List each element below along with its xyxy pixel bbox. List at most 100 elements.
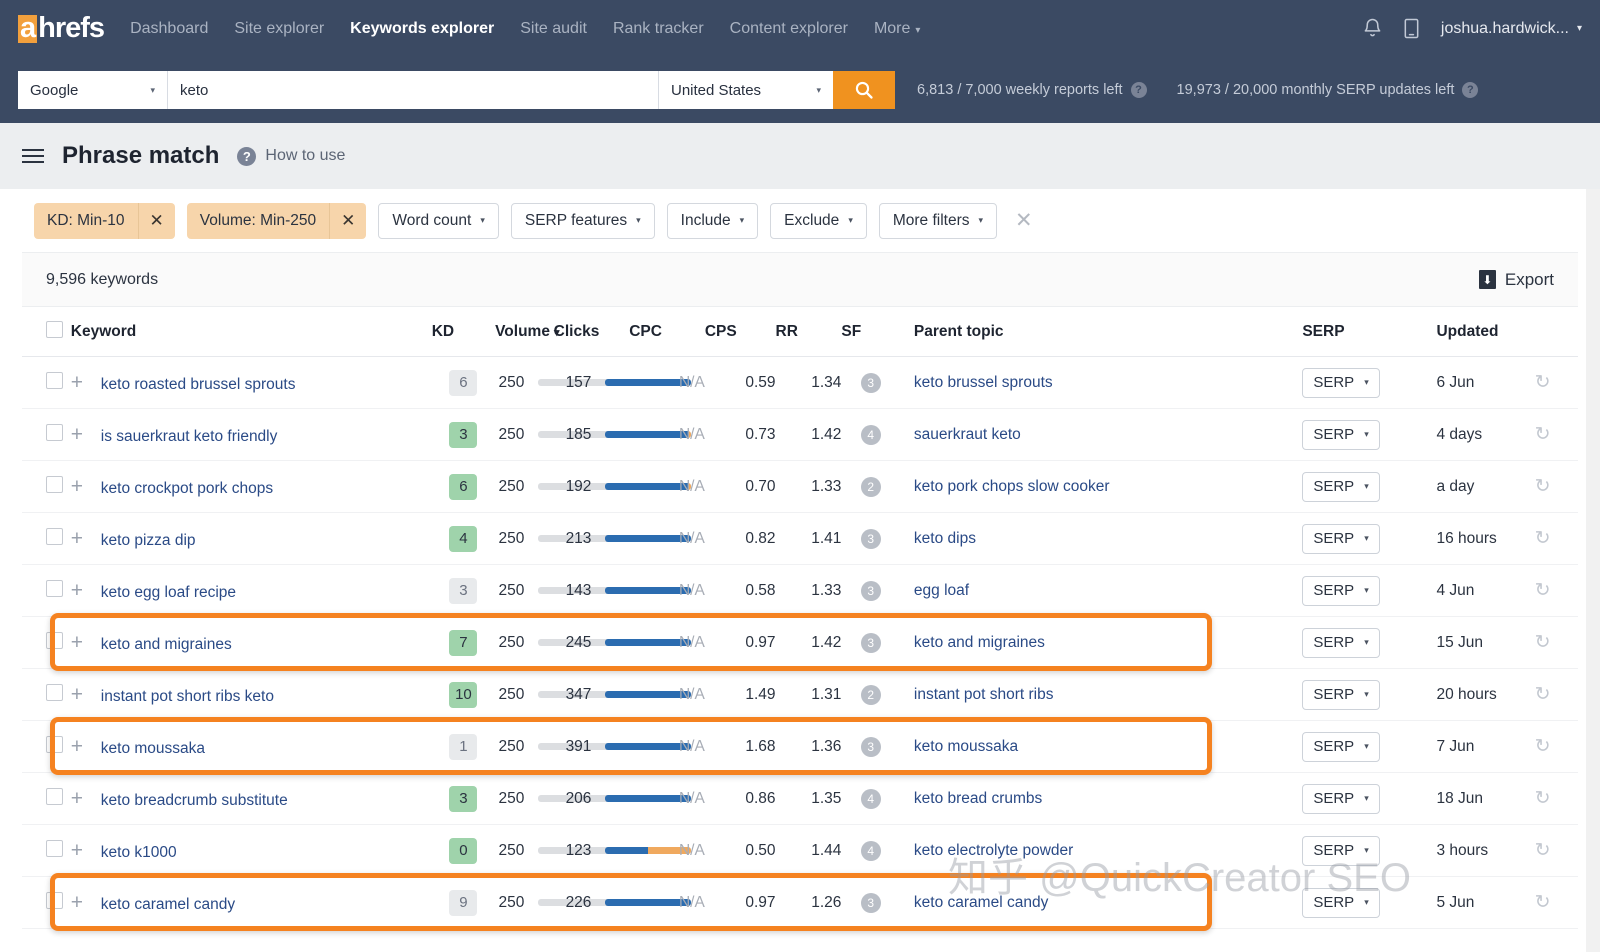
keyword-link[interactable]: keto egg loaf recipe [101,584,236,601]
filter-word-count[interactable]: Word count ▾ [378,202,499,239]
table-row[interactable]: + keto k1000 0 250 123 N/A 0.50 1.44 4 keto elect… [22,824,1578,877]
refresh-icon[interactable]: ↻ [1535,892,1551,913]
filter-chip-kd[interactable]: KD: Min-10 ✕ [34,202,175,239]
nav-item-dashboard[interactable]: Dashboard [130,20,208,38]
add-to-list-icon[interactable]: + [71,839,101,863]
table-row[interactable]: + keto pizza dip 4 250 213 N/A 0.82 1.41 3 keto d… [22,512,1578,565]
row-checkbox[interactable] [46,891,63,909]
table-row[interactable]: + keto breadcrumb substitute 3 250 206 N/A 0.8… [22,772,1578,825]
header-volume[interactable]: Volume ▾ [495,307,559,357]
serp-dropdown-button[interactable]: SERP ▾ [1302,835,1380,866]
row-checkbox[interactable] [46,787,63,805]
parent-topic-link[interactable]: keto and migraines [914,634,1045,651]
filter-include[interactable]: Include ▾ [666,202,759,239]
refresh-icon[interactable]: ↻ [1535,736,1551,757]
how-to-use-link[interactable]: ? How to use [237,146,345,166]
refresh-icon[interactable]: ↻ [1535,424,1551,445]
keyword-link[interactable]: keto k1000 [101,844,177,861]
country-select[interactable]: United States ▾ [658,71,833,109]
serp-dropdown-button[interactable]: SERP ▾ [1302,887,1380,918]
add-to-list-icon[interactable]: + [71,787,101,811]
refresh-icon[interactable]: ↻ [1535,632,1551,653]
header-cpc[interactable]: CPC [629,307,705,357]
parent-topic-link[interactable]: keto pork chops slow cooker [914,478,1110,495]
clear-filters-icon[interactable]: ✕ [1015,208,1033,233]
user-menu[interactable]: joshua.hardwick... ▾ [1441,20,1582,38]
header-sf[interactable]: SF [841,307,900,357]
serp-dropdown-button[interactable]: SERP ▾ [1302,419,1380,450]
table-row[interactable]: + keto caramel candy 9 250 226 N/A 0.97 1.26 3 ke… [22,876,1578,929]
keyword-link[interactable]: keto crockpot pork chops [101,480,273,497]
table-row[interactable]: + keto roasted brussel sprouts 6 250 157 N/A 0… [22,356,1578,409]
table-row[interactable]: + keto egg loaf recipe 3 250 143 N/A 0.58 1.33 3… [22,564,1578,617]
add-to-list-icon[interactable]: + [71,891,101,915]
search-button[interactable] [833,71,895,109]
header-updated[interactable]: Updated [1436,307,1578,357]
table-row[interactable]: + is sauerkraut keto friendly 3 250 185 N/A 0.… [22,408,1578,461]
table-row[interactable]: + instant pot short ribs keto 10 250 347 N/A 1… [22,668,1578,721]
serp-dropdown-button[interactable]: SERP ▾ [1302,783,1380,814]
parent-topic-link[interactable]: keto bread crumbs [914,790,1042,807]
row-checkbox[interactable] [46,371,63,389]
filter-chip-volume[interactable]: Volume: Min-250 ✕ [186,202,367,239]
refresh-icon[interactable]: ↻ [1535,476,1551,497]
keyword-link[interactable]: keto caramel candy [101,896,235,913]
refresh-icon[interactable]: ↻ [1535,788,1551,809]
nav-item-keywords-explorer[interactable]: Keywords explorer [350,20,494,38]
keyword-link[interactable]: keto roasted brussel sprouts [101,376,296,393]
row-checkbox[interactable] [46,735,63,753]
add-to-list-icon[interactable]: + [71,527,101,551]
filter-serp-features[interactable]: SERP features ▾ [510,202,655,239]
nav-item-rank-tracker[interactable]: Rank tracker [613,20,704,38]
device-icon[interactable] [1402,18,1421,39]
close-icon[interactable]: ✕ [329,202,366,239]
keyword-link[interactable]: keto moussaka [101,740,205,757]
parent-topic-link[interactable]: keto electrolyte powder [914,842,1073,859]
filter-exclude[interactable]: Exclude ▾ [770,202,867,239]
serp-dropdown-button[interactable]: SERP ▾ [1302,367,1380,398]
serp-dropdown-button[interactable]: SERP ▾ [1302,627,1380,658]
bell-icon[interactable] [1363,18,1382,39]
nav-item-site-audit[interactable]: Site audit [520,20,587,38]
table-row[interactable]: + keto moussaka 1 250 391 N/A 1.68 1.36 3 keto mo… [22,720,1578,773]
nav-item-content-explorer[interactable]: Content explorer [730,20,848,38]
header-keyword[interactable]: Keyword [70,307,432,357]
filter-more-filters[interactable]: More filters ▾ [878,202,998,239]
refresh-icon[interactable]: ↻ [1535,840,1551,861]
parent-topic-link[interactable]: sauerkraut keto [914,426,1021,443]
select-all-checkbox[interactable] [46,321,63,338]
search-engine-select[interactable]: Google ▾ [18,71,168,109]
add-to-list-icon[interactable]: + [71,423,101,447]
header-kd[interactable]: KD [431,307,496,357]
parent-topic-link[interactable]: egg loaf [914,582,969,599]
add-to-list-icon[interactable]: + [71,371,101,395]
refresh-icon[interactable]: ↻ [1535,528,1551,549]
serp-dropdown-button[interactable]: SERP ▾ [1302,731,1380,762]
help-icon[interactable]: ? [1462,82,1479,98]
header-cps[interactable]: CPS [704,307,776,357]
keyword-link[interactable]: is sauerkraut keto friendly [101,428,278,445]
serp-dropdown-button[interactable]: SERP ▾ [1302,575,1380,606]
parent-topic-link[interactable]: keto caramel candy [914,894,1048,911]
keyword-link[interactable]: keto pizza dip [101,532,196,549]
keyword-link[interactable]: keto and migraines [101,636,232,653]
ahrefs-logo[interactable]: a hrefs [18,12,105,45]
row-checkbox[interactable] [46,631,63,649]
add-to-list-icon[interactable]: + [71,735,101,759]
table-row[interactable]: + keto and migraines 7 250 245 N/A 0.97 1.42 3 ke… [22,616,1578,669]
header-rr[interactable]: RR [775,307,842,357]
keyword-search-input[interactable] [168,71,658,109]
row-checkbox[interactable] [46,683,63,701]
table-row[interactable]: + keto crockpot pork chops 6 250 192 N/A 0.70 1… [22,460,1578,513]
parent-topic-link[interactable]: instant pot short ribs [914,686,1054,703]
row-checkbox[interactable] [46,423,63,441]
add-to-list-icon[interactable]: + [71,631,101,655]
row-checkbox[interactable] [46,579,63,597]
header-parent-topic[interactable]: Parent topic [899,307,1303,357]
add-to-list-icon[interactable]: + [71,475,101,499]
export-button[interactable]: ⬇ Export [1478,270,1554,290]
row-checkbox[interactable] [46,839,63,857]
keyword-link[interactable]: keto breadcrumb substitute [101,792,288,809]
page-scrollbar[interactable] [1586,189,1600,952]
nav-item-site-explorer[interactable]: Site explorer [234,20,324,38]
